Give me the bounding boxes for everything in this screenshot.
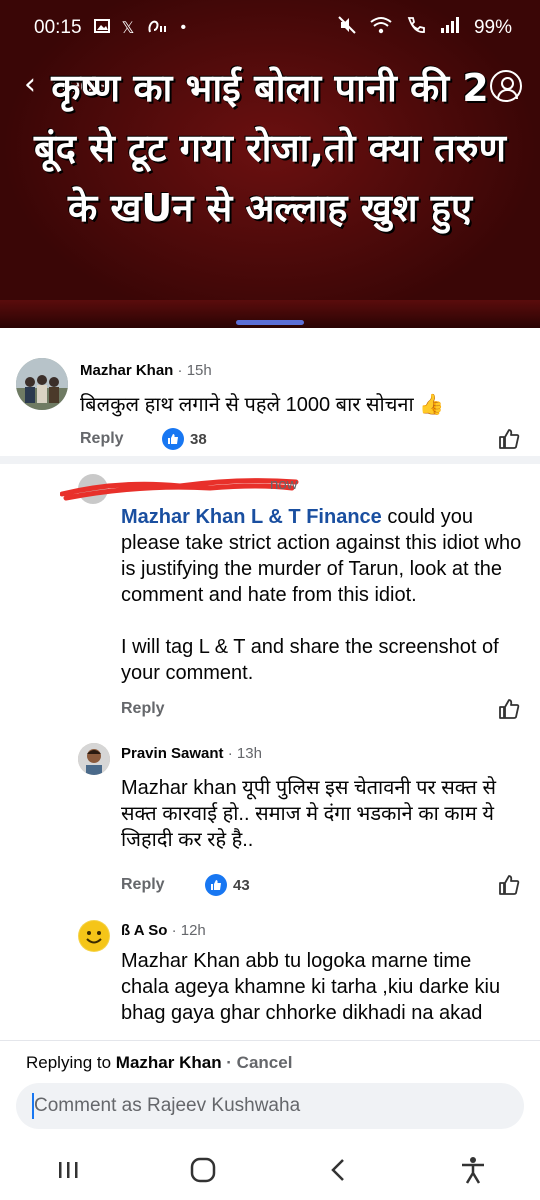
- like-button-icon[interactable]: [498, 698, 520, 720]
- reply-button[interactable]: Reply: [80, 430, 124, 448]
- comment-time: · 15h: [177, 362, 212, 379]
- recent-apps-button[interactable]: [38, 1150, 98, 1190]
- mute-icon: [338, 16, 356, 40]
- comment-text: Mazhar khan यूपी पुलिस इस चेतावनी पर सक्…: [121, 777, 496, 851]
- comment-author[interactable]: Pravin Sawant: [121, 745, 224, 762]
- comment-text: Mazhar Khan abb tu logoka marne time cha…: [121, 950, 501, 1024]
- comments-sheet-top: [0, 328, 540, 344]
- redaction-scribble: [60, 478, 299, 501]
- reel-video-header: 00:15 𝕏 • 99% ‹ Reels कृष्ण का भाई बोला …: [0, 0, 540, 328]
- app-notification-icon: [146, 18, 168, 39]
- avatar[interactable]: [78, 743, 110, 775]
- reply-button[interactable]: Reply: [121, 700, 165, 718]
- sheet-drag-handle[interactable]: [236, 320, 304, 325]
- comment-item: ß A So · 12h Mazhar Khan abb tu logoka m…: [0, 912, 540, 1040]
- cancel-reply-button[interactable]: · Cancel: [222, 1053, 292, 1072]
- home-button[interactable]: [173, 1150, 233, 1190]
- battery-level: 99%: [473, 17, 512, 38]
- back-nav-button[interactable]: [308, 1150, 368, 1190]
- comment-item: Mazhar Khan · 15h बिलकुल हाथ लगाने से पह…: [0, 344, 540, 456]
- replying-prefix: Replying to: [26, 1053, 116, 1072]
- status-left: 00:15 𝕏 •: [34, 17, 186, 39]
- like-count[interactable]: 43: [205, 874, 250, 896]
- clock: 00:15: [34, 17, 82, 38]
- signal-icon: [440, 16, 460, 40]
- comment-input[interactable]: [16, 1083, 524, 1129]
- comment-item: Pravin Sawant · 13h Mazhar khan यूपी पुल…: [0, 735, 540, 905]
- avatar[interactable]: [16, 358, 68, 410]
- accessibility-button[interactable]: [443, 1150, 503, 1190]
- replying-to-label: Replying to Mazhar Khan · Cancel: [26, 1053, 292, 1073]
- comment-author-line: Pravin Sawant · 13h: [121, 745, 262, 762]
- status-bar: 00:15 𝕏 • 99%: [0, 0, 540, 56]
- comment-author[interactable]: Mazhar Khan: [80, 362, 173, 379]
- call-icon: [406, 16, 426, 40]
- status-right: 99%: [338, 16, 512, 40]
- comment-text: बिलकुल हाथ लगाने से पहले 1000 बार सोचना …: [80, 394, 445, 416]
- comment-author-line: Mazhar Khan · 15h: [80, 362, 212, 379]
- replying-name: Mazhar Khan: [115, 1053, 222, 1072]
- like-count-value: 43: [233, 876, 250, 894]
- profile-icon[interactable]: [490, 70, 522, 102]
- like-button-icon[interactable]: [498, 874, 520, 896]
- text-caret: [32, 1093, 34, 1119]
- comment-author[interactable]: ß A So: [121, 922, 167, 939]
- comment-time: now: [270, 476, 298, 493]
- comment-author-line: ß A So · 12h: [121, 922, 206, 939]
- comment-item: now Mazhar Khan L & T Finance could you …: [0, 464, 540, 730]
- reply-composer: Replying to Mazhar Khan · Cancel: [0, 1040, 540, 1140]
- comment-text: Mazhar Khan L & T Finance could you plea…: [121, 504, 526, 608]
- like-badge-icon: [162, 428, 184, 450]
- like-badge-icon: [205, 874, 227, 896]
- comment-divider: [0, 456, 540, 464]
- video-headline: कृष्ण का भाई बोला पानी की 2 बूंद से टूट …: [34, 66, 506, 230]
- x-app-icon: 𝕏: [121, 20, 135, 37]
- like-count-value: 38: [190, 430, 207, 448]
- system-nav-bar: [0, 1140, 540, 1200]
- reply-button[interactable]: Reply: [121, 876, 165, 894]
- comment-author-line: now: [270, 476, 298, 493]
- more-notifications-dot: •: [180, 19, 187, 36]
- like-count[interactable]: 38: [162, 428, 207, 450]
- like-button-icon[interactable]: [498, 428, 520, 450]
- wifi-icon: [370, 16, 392, 40]
- gallery-icon: [93, 18, 110, 38]
- avatar[interactable]: [78, 920, 110, 952]
- comment-time: · 13h: [227, 745, 262, 762]
- comment-time: · 12h: [171, 922, 206, 939]
- comment-text-paragraph: I will tag L & T and share the screensho…: [121, 636, 499, 684]
- mention-link[interactable]: Mazhar Khan L & T Finance: [121, 506, 382, 528]
